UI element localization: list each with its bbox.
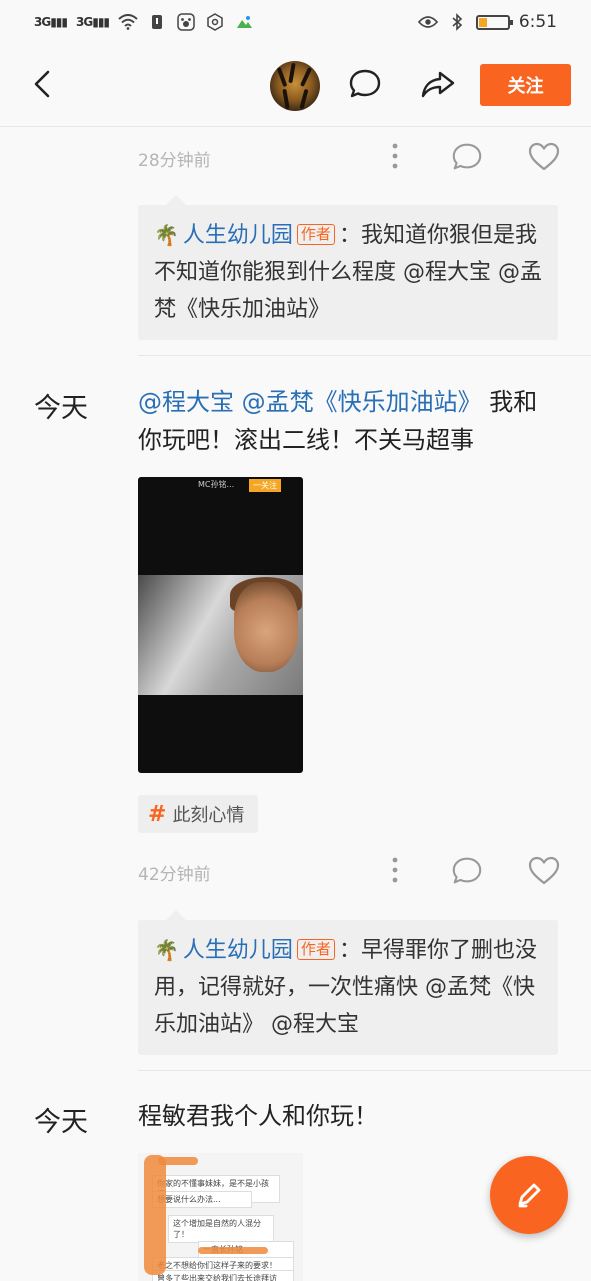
- paw-app-icon: [176, 12, 196, 32]
- video-top-text: MC孙铭...: [198, 480, 235, 489]
- photos-app-icon: [234, 12, 254, 32]
- share-button[interactable]: [420, 66, 456, 102]
- compose-button[interactable]: [490, 1156, 568, 1234]
- sim-icon: [147, 12, 167, 32]
- video-thumbnail[interactable]: MC孙铭... 一关注: [138, 477, 303, 773]
- chat-bubble: 这个增加是自然的人混分了！: [168, 1215, 274, 1243]
- comment-button[interactable]: [450, 140, 484, 174]
- reply-username[interactable]: 人生幼儿园: [183, 938, 293, 963]
- topic-tag[interactable]: # 此刻心情: [138, 795, 259, 833]
- palm-tree-icon: 🌴: [154, 223, 179, 247]
- time-ago: 28分钟前: [138, 151, 211, 171]
- chat-screenshot-image[interactable]: 你家的不懂事妹妹，是不是小孩子 想要说什么办法... 这个增加是自然的人混分了！…: [138, 1153, 303, 1281]
- avatar[interactable]: [270, 61, 320, 111]
- divider: [138, 355, 591, 356]
- eye-comfort-icon: [417, 12, 438, 32]
- palm-tree-icon: 🌴: [154, 938, 179, 962]
- reply-username[interactable]: 人生幼儿园: [183, 223, 293, 248]
- bluetooth-icon: [447, 12, 467, 32]
- wifi-icon: [118, 12, 138, 32]
- share-icon: [421, 71, 455, 98]
- video-top-badge: 一关注: [249, 479, 281, 492]
- comment-icon: [452, 143, 482, 170]
- back-icon: [34, 70, 50, 98]
- heart-icon: [528, 142, 560, 171]
- more-icon: [392, 143, 398, 169]
- divider: [138, 1070, 591, 1071]
- signal-icon: 3G▮▮▮: [76, 15, 110, 29]
- post-text: @程大宝 @孟梵《快乐加油站》 我和你玩吧！滚出二线！不关马超事: [138, 383, 558, 459]
- pencil-icon: [518, 1183, 541, 1208]
- status-bar: 3G▮▮▮ 3G▮▮▮ 6:51: [0, 0, 591, 44]
- redaction-scribble: [144, 1155, 166, 1275]
- more-icon: [392, 857, 398, 883]
- heart-icon: [528, 856, 560, 885]
- author-reply[interactable]: 🌴 人生幼儿园 作者 ：早得罪你了删也没用，记得就好，一次性痛快 @孟梵《快乐加油站》…: [138, 910, 558, 1055]
- post-date: 今天: [34, 393, 88, 424]
- redaction-scribble: [158, 1157, 198, 1165]
- redaction-scribble: [198, 1247, 268, 1254]
- like-button[interactable]: [527, 140, 561, 174]
- battery-icon: [475, 14, 513, 30]
- author-badge: 作者: [296, 224, 335, 245]
- more-button[interactable]: [378, 140, 412, 174]
- comment-icon: [452, 857, 482, 884]
- chat-bubble: 曾多了些出来交给我们去长途拜访: [152, 1270, 294, 1281]
- hexagon-app-icon: [205, 12, 225, 32]
- status-time: 6:51: [518, 12, 557, 32]
- signal-icon: 3G▮▮▮: [34, 15, 68, 29]
- chat-bubble: 想要说什么办法...: [152, 1191, 252, 1208]
- like-button[interactable]: [527, 854, 561, 888]
- top-bar: 关注: [0, 44, 591, 127]
- post-text: 程敏君我个人和你玩！: [138, 1102, 378, 1130]
- follow-button[interactable]: 关注: [480, 64, 571, 106]
- comment-icon: [349, 69, 381, 98]
- mention-link[interactable]: @程大宝 @孟梵《快乐加油站》: [138, 388, 482, 416]
- author-reply[interactable]: 🌴 人生幼儿园 作者 ：我知道你狠但是我不知道你能狠到什么程度 @程大宝 @孟梵《快乐…: [138, 195, 558, 340]
- back-button[interactable]: [24, 64, 64, 104]
- time-ago: 42分钟前: [138, 865, 211, 885]
- video-subject-face: [234, 582, 298, 672]
- comment-button[interactable]: [450, 854, 484, 888]
- author-badge: 作者: [296, 939, 335, 960]
- more-button[interactable]: [378, 854, 412, 888]
- comment-button[interactable]: [347, 66, 383, 102]
- hash-icon: #: [148, 801, 167, 827]
- post-date: 今天: [34, 1107, 88, 1138]
- topic-label: 此刻心情: [172, 805, 245, 826]
